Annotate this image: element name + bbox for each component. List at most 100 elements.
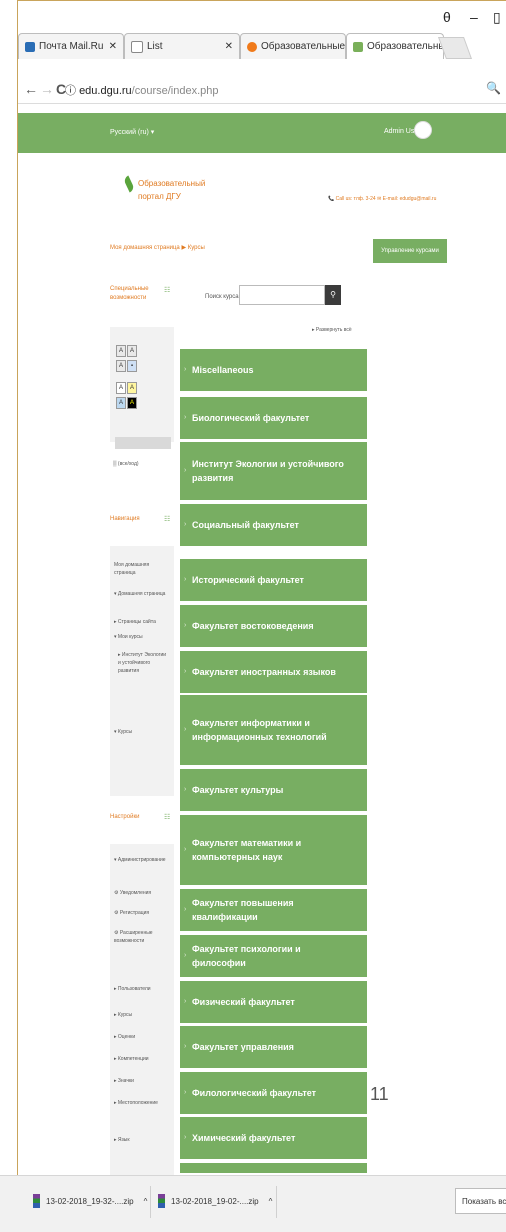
url-field[interactable]: ⓘ edu.dgu.ru/course/index.php: [65, 82, 219, 98]
nav-item[interactable]: Моя домашняя страница: [114, 561, 170, 577]
category-item[interactable]: › Химический факультет: [180, 1117, 367, 1159]
settings-item[interactable]: ▸ Оценки: [114, 1033, 170, 1041]
category-item[interactable]: › Факультет информатики и информационных …: [180, 695, 367, 765]
manage-courses-button[interactable]: Управление курсами: [373, 239, 447, 263]
font-reset-icon[interactable]: A: [116, 360, 126, 372]
category-label: Факультет культуры: [192, 785, 284, 795]
settings-item[interactable]: ▸ Язык: [114, 1136, 170, 1144]
page-number: 11: [370, 1084, 389, 1104]
breadcrumb[interactable]: Моя домашняя страница ▶ Курсы: [110, 244, 205, 251]
url-path: /course/index.php: [131, 85, 219, 97]
forward-icon[interactable]: →: [40, 81, 54, 97]
show-all-button[interactable]: Показать все: [455, 1188, 506, 1214]
category-item[interactable]: › Биологический факультет: [180, 397, 367, 439]
chevron-right-icon: ›: [184, 906, 187, 913]
search-icon[interactable]: ⚲: [325, 285, 341, 305]
search-input[interactable]: [239, 285, 325, 305]
back-icon[interactable]: ←: [24, 81, 38, 97]
category-label: Исторический факультет: [192, 575, 304, 585]
zoom-icon[interactable]: 🔍: [486, 81, 501, 95]
category-item[interactable]: › Филологический факультет: [180, 1072, 367, 1114]
settings-item[interactable]: ▸ Компетенции: [114, 1055, 170, 1063]
chevron-right-icon: ›: [184, 1134, 187, 1141]
archive-icon: [33, 1194, 40, 1208]
settings-item[interactable]: ▸ Значки: [114, 1077, 170, 1085]
site-header: Русский (ru) ▾ Admin User: [18, 113, 506, 153]
url-domain: edu.dgu.ru: [79, 85, 132, 97]
nav-item[interactable]: ▾ Мои курсы: [114, 633, 170, 641]
category-item[interactable]: › Факультет востоковедения: [180, 605, 367, 647]
save-settings-icon[interactable]: ▪: [127, 360, 137, 372]
tab-edu-portal-active[interactable]: Образовательный пор ✕: [346, 33, 444, 59]
category-label: Филологический факультет: [192, 1088, 317, 1098]
category-item[interactable]: › Факультет математики и компьютерных нау…: [180, 815, 367, 885]
chevron-right-icon: ›: [184, 521, 187, 528]
leaf-icon: [353, 41, 363, 52]
chevron-right-icon: ›: [184, 952, 187, 959]
color-yellow-icon[interactable]: A: [127, 382, 137, 394]
chevron-up-icon[interactable]: ^: [144, 1197, 148, 1206]
nav-item[interactable]: ▸ Институт Экологии и устойчивого развит…: [118, 651, 170, 675]
download-item[interactable]: 13-02-2018_19-02-....zip ^: [158, 1188, 272, 1214]
block-toggle-icon[interactable]: ☷: [164, 286, 170, 294]
tab-label: Образовательные пр: [261, 41, 346, 52]
nav-item[interactable]: ▾ Домашняя страница: [114, 590, 170, 598]
settings-item[interactable]: ⚙ Расширенные возможности: [114, 929, 170, 945]
category-label: Факультет математики и компьютерных наук: [192, 838, 302, 862]
tab-label: List: [147, 41, 163, 52]
nav-item[interactable]: ▾ Курсы: [114, 728, 170, 736]
category-item-partial[interactable]: [180, 1163, 367, 1173]
color-blue-icon[interactable]: A: [116, 397, 126, 409]
category-label: Miscellaneous: [192, 365, 254, 375]
download-bar: 13-02-2018_19-32-....zip ^ 13-02-2018_19…: [0, 1175, 506, 1232]
category-item[interactable]: › Miscellaneous: [180, 349, 367, 391]
accessibility-block: A A A ▪ A A A A: [110, 327, 174, 442]
settings-item[interactable]: ▸ Местоположение: [114, 1099, 170, 1107]
all-toggle[interactable]: ▒ (все/ход): [113, 461, 139, 467]
settings-item[interactable]: ▸ Пользователи: [114, 985, 170, 993]
category-item[interactable]: › Исторический факультет: [180, 559, 367, 601]
close-icon[interactable]: ✕: [105, 41, 117, 52]
browser-window: θ – ▯ Почта Mail.Ru ✕ List ✕ Образовател…: [17, 0, 506, 1231]
settings-item[interactable]: ⚙ Уведомления: [114, 889, 170, 897]
chevron-right-icon: ›: [184, 1043, 187, 1050]
chevron-right-icon: ›: [184, 1089, 187, 1096]
language-menu[interactable]: Русский (ru) ▾: [110, 128, 154, 136]
font-larger-icon[interactable]: A: [116, 345, 126, 357]
contact-info: 📞 Call us: тлф. 3-24 ✉ E-mail: edudgu@ma…: [328, 196, 437, 202]
download-filename: 13-02-2018_19-32-....zip: [46, 1196, 134, 1206]
avatar[interactable]: [414, 121, 432, 139]
settings-item[interactable]: ▾ Администрирование: [114, 856, 170, 864]
category-item[interactable]: › Факультет управления: [180, 1026, 367, 1068]
nav-item[interactable]: ▸ Страницы сайта: [114, 618, 170, 626]
chevron-up-icon[interactable]: ^: [269, 1197, 273, 1206]
download-item[interactable]: 13-02-2018_19-32-....zip ^: [33, 1188, 147, 1214]
category-label: Физический факультет: [192, 997, 295, 1007]
category-item[interactable]: › Институт Экологии и устойчивого развити…: [180, 442, 367, 500]
category-item[interactable]: › Физический факультет: [180, 981, 367, 1023]
minimize-button[interactable]: –: [470, 9, 478, 25]
chevron-right-icon: ›: [184, 726, 187, 733]
tab-strip: θ – ▯ Почта Mail.Ru ✕ List ✕ Образовател…: [18, 1, 506, 59]
expand-all-link[interactable]: ▸ Развернуть всё: [312, 327, 352, 333]
category-item[interactable]: › Факультет культуры: [180, 769, 367, 811]
profile-mode-icon[interactable]: θ: [443, 9, 451, 25]
color-black-icon[interactable]: A: [127, 397, 137, 409]
maximize-button[interactable]: ▯: [493, 9, 501, 26]
color-white-icon[interactable]: A: [116, 382, 126, 394]
block-toggle-icon[interactable]: ☷: [164, 515, 170, 523]
category-label: Биологический факультет: [192, 413, 310, 423]
settings-item[interactable]: ⚙ Регистрация: [114, 909, 170, 917]
tab-mail[interactable]: Почта Mail.Ru ✕: [18, 33, 124, 59]
block-toggle-icon[interactable]: ☷: [164, 813, 170, 821]
category-item[interactable]: › Факультет психологии и философии: [180, 935, 367, 977]
category-item[interactable]: › Факультет повышения квалификации: [180, 889, 367, 931]
category-item[interactable]: › Социальный факультет: [180, 504, 367, 546]
tab-edu-portal-1[interactable]: Образовательные пр ✕: [240, 33, 346, 59]
tab-list[interactable]: List ✕: [124, 33, 240, 59]
settings-item[interactable]: ▸ Курсы: [114, 1011, 170, 1019]
orange-logo-icon: [247, 41, 257, 52]
close-icon[interactable]: ✕: [221, 41, 233, 52]
font-smaller-icon[interactable]: A: [127, 345, 137, 357]
category-item[interactable]: › Факультет иностранных языков: [180, 651, 367, 693]
